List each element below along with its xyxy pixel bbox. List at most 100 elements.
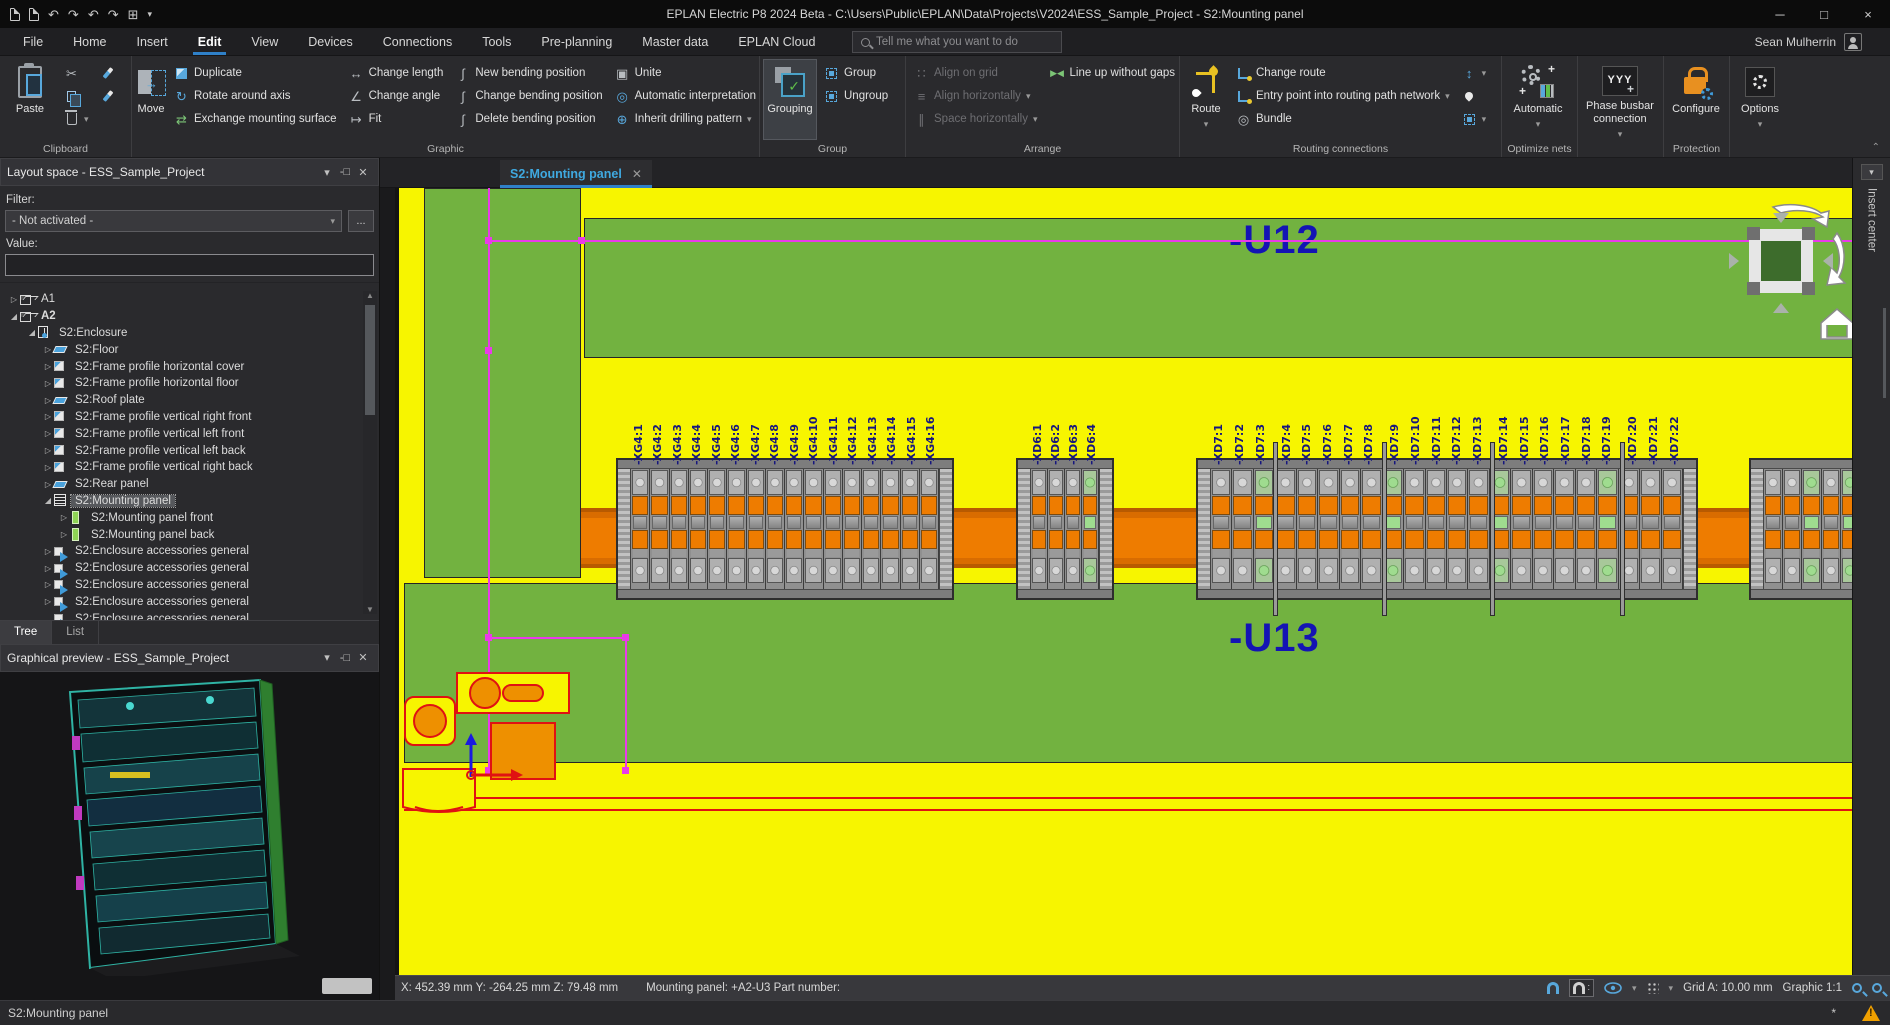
terminal-xg4-10[interactable]	[804, 469, 823, 589]
green-plate-u13[interactable]	[404, 583, 1852, 763]
separator-post[interactable]	[1620, 442, 1625, 616]
terminal-group-xd7[interactable]	[1196, 458, 1698, 600]
terminal-xd7-7[interactable]	[1340, 469, 1361, 589]
insert-device-icon[interactable]: ⊞	[128, 8, 139, 21]
terminal-xd7-4[interactable]	[1275, 469, 1296, 589]
menu-tab-edit[interactable]: Edit	[183, 28, 237, 55]
terminal-xg4-8[interactable]	[766, 469, 785, 589]
copy-button[interactable]	[60, 85, 93, 107]
terminal-xg4-4[interactable]	[689, 469, 708, 589]
delete-button[interactable]: ▾	[60, 108, 93, 130]
terminal-xg4-5[interactable]	[708, 469, 727, 589]
separator-post[interactable]	[1382, 442, 1387, 616]
configure-button[interactable]: Configure	[1668, 60, 1724, 139]
tree-item[interactable]: ◢S2:Enclosure	[0, 325, 379, 342]
tree-expanded-icon[interactable]: ◢	[8, 312, 20, 321]
automatic-button[interactable]: ++ Automatic▾	[1506, 60, 1570, 139]
terminal[interactable]	[1764, 469, 1783, 589]
rotate-around-axis-button[interactable]: ↻Rotate around axis	[170, 85, 341, 107]
tree-item[interactable]: ▷S2:Enclosure accessories general	[0, 593, 379, 610]
move-button[interactable]: → Move	[136, 60, 166, 139]
bundle-button[interactable]: ◎Bundle	[1232, 108, 1454, 130]
tab-list[interactable]: List	[52, 621, 99, 644]
space-horizontally-button[interactable]: ∥Space horizontally ▾	[910, 108, 1042, 130]
terminal-xg4-11[interactable]	[824, 469, 843, 589]
terminal-xg4-1[interactable]	[631, 469, 650, 589]
preview-pin-icon[interactable]: -□	[336, 652, 354, 664]
filter-more-button[interactable]: ...	[348, 210, 374, 232]
tree-item[interactable]: ▷S2:Frame profile vertical right back	[0, 459, 379, 476]
tree-item[interactable]: ▷S2:Enclosure accessories general	[0, 577, 379, 594]
tree-item[interactable]: ▷S2:Frame profile vertical right front	[0, 409, 379, 426]
end-clamp[interactable]	[1683, 469, 1696, 589]
terminal-xg4-15[interactable]	[901, 469, 920, 589]
redo-icon[interactable]: ↷	[68, 8, 79, 21]
mounting-bracket-detail[interactable]	[399, 665, 599, 820]
preview-scrollbar-thumb[interactable]	[322, 978, 372, 994]
open-document-icon[interactable]	[29, 8, 39, 21]
terminal[interactable]	[1822, 469, 1841, 589]
terminal-xg4-2[interactable]	[650, 469, 669, 589]
terminal-xg4-6[interactable]	[727, 469, 746, 589]
change-length-button[interactable]: ↔Change length	[345, 62, 448, 84]
navigation-cube[interactable]	[1721, 191, 1852, 341]
green-plate-u12[interactable]	[584, 218, 1852, 358]
change-route-button[interactable]: Change route	[1232, 62, 1454, 84]
construction-line-horizontal-1[interactable]	[488, 240, 1852, 242]
terminal-xd6-3[interactable]	[1065, 469, 1082, 589]
terminal-xd7-6[interactable]	[1318, 469, 1339, 589]
value-input[interactable]	[5, 254, 374, 276]
menu-tab-master-data[interactable]: Master data	[627, 28, 723, 55]
terminal-xg4-7[interactable]	[747, 469, 766, 589]
tree-item[interactable]: ▷A1	[0, 291, 379, 308]
drawing-viewport[interactable]: -XG4:1-XG4:2-XG4:3-XG4:4-XG4:5-XG4:6-XG4…	[395, 188, 1852, 975]
construction-line-vertical-2[interactable]	[625, 637, 627, 770]
terminal-xd6-2[interactable]	[1048, 469, 1065, 589]
user-account[interactable]: Sean Mulherrin	[1755, 28, 1862, 56]
separator-post[interactable]	[1490, 442, 1495, 616]
paste-button[interactable]: Paste	[4, 60, 56, 139]
fit-button[interactable]: ↦Fit	[345, 108, 448, 130]
terminal-xd7-1[interactable]	[1211, 469, 1232, 589]
preview-close-icon[interactable]: ✕	[354, 651, 372, 664]
tree-collapsed-icon[interactable]: ▷	[42, 362, 54, 371]
tree-item[interactable]: ◢S2:Mounting panel	[0, 493, 379, 510]
terminal-xd7-12[interactable]	[1447, 469, 1468, 589]
tree-item[interactable]: ▷S2:Enclosure accessories general	[0, 560, 379, 577]
terminal-group-xd6[interactable]	[1016, 458, 1114, 600]
terminal-xg4-13[interactable]	[862, 469, 881, 589]
entry-point-button[interactable]: Entry point into routing path network ▾	[1232, 85, 1454, 107]
duplicate-button[interactable]: Duplicate	[170, 62, 341, 84]
end-clamp[interactable]	[1099, 469, 1112, 589]
align-on-grid-button[interactable]: ∷Align on grid	[910, 62, 1042, 84]
terminal-xd7-2[interactable]	[1232, 469, 1253, 589]
terminal-xg4-12[interactable]	[843, 469, 862, 589]
grid-icon[interactable]	[1647, 982, 1659, 994]
change-bending-position-button[interactable]: ∫Change bending position	[451, 85, 606, 107]
tree-item[interactable]: ▷S2:Enclosure accessories general	[0, 543, 379, 560]
menu-tab-pre-planning[interactable]: Pre-planning	[526, 28, 627, 55]
green-plate-left[interactable]	[424, 188, 581, 578]
menu-tab-file[interactable]: File	[8, 28, 58, 55]
phase-busbar-connection-button[interactable]: YYY Phase busbar connection▾	[1582, 60, 1658, 139]
routing-direction-button[interactable]: ↕▾	[1458, 62, 1491, 84]
terminal-xd7-3[interactable]	[1254, 469, 1275, 589]
menu-tab-home[interactable]: Home	[58, 28, 121, 55]
tree-item[interactable]: ▷S2:Mounting panel back	[0, 526, 379, 543]
construction-handle[interactable]	[578, 237, 585, 244]
terminal-xd7-17[interactable]	[1554, 469, 1575, 589]
menu-tab-eplan-cloud[interactable]: EPLAN Cloud	[723, 28, 830, 55]
tree-item[interactable]: S2:Enclosure accessories general	[0, 610, 379, 619]
preview-menu-icon[interactable]: ▾	[318, 651, 336, 664]
terminal-xd7-22[interactable]	[1662, 469, 1683, 589]
construction-line-horizontal-2[interactable]	[488, 637, 625, 639]
terminal-xd7-18[interactable]	[1576, 469, 1597, 589]
menu-tab-devices[interactable]: Devices	[293, 28, 367, 55]
tree-collapsed-icon[interactable]: ▷	[42, 547, 54, 556]
tree-collapsed-icon[interactable]: ▷	[58, 530, 70, 539]
terminal-xg4-14[interactable]	[881, 469, 900, 589]
delete-bending-position-button[interactable]: ∫Delete bending position	[451, 108, 606, 130]
construction-handle[interactable]	[622, 767, 629, 774]
automatic-interpretation-button[interactable]: ◎Automatic interpretation	[611, 85, 760, 107]
align-horizontally-button[interactable]: ≡Align horizontally ▾	[910, 85, 1042, 107]
